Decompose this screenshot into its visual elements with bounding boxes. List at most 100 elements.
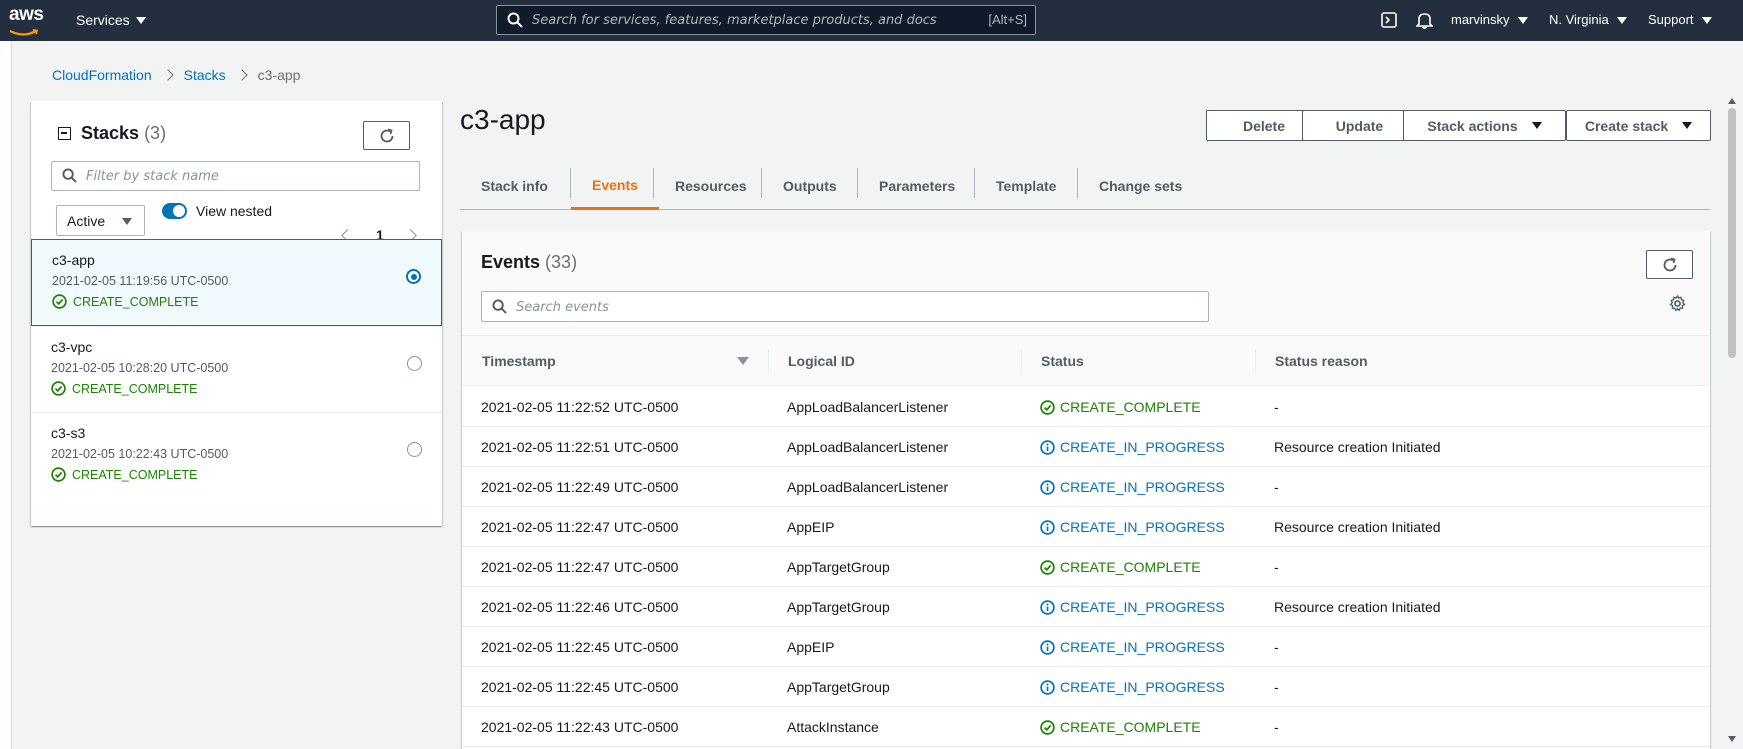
region-menu[interactable]: N. Virginia xyxy=(1549,12,1627,27)
tab-label: Change sets xyxy=(1099,178,1183,194)
breadcrumb: CloudFormation Stacks c3-app xyxy=(52,67,300,83)
event-status-reason: - xyxy=(1274,719,1279,735)
breadcrumb-link-cloudformation[interactable]: CloudFormation xyxy=(52,67,152,83)
column-divider[interactable] xyxy=(1021,349,1022,373)
table-row: 2021-02-05 11:22:45 UTC-0500 AppEIP CREATE… xyxy=(462,627,1710,667)
events-refresh-button[interactable] xyxy=(1646,250,1693,279)
stack-select-radio[interactable] xyxy=(407,442,422,457)
column-divider[interactable] xyxy=(1255,349,1256,373)
account-menu[interactable]: marvinsky xyxy=(1451,12,1528,27)
table-row: 2021-02-05 11:22:46 UTC-0500 AppTargetGro… xyxy=(462,587,1710,627)
events-title: Events (33) xyxy=(481,252,577,273)
caret-down-icon xyxy=(1531,122,1542,129)
column-divider[interactable] xyxy=(768,349,769,373)
caret-down-icon xyxy=(1517,17,1528,24)
events-count: (33) xyxy=(545,252,578,272)
update-button[interactable]: Update xyxy=(1302,110,1417,141)
tab-label: Template xyxy=(996,178,1057,194)
cloudshell-icon[interactable] xyxy=(1381,12,1397,31)
search-icon xyxy=(492,299,507,317)
gear-icon[interactable] xyxy=(1669,294,1686,315)
stack-item-c3-vpc[interactable]: c3-vpc 2021-02-05 10:28:20 UTC-0500 CREA… xyxy=(31,326,442,412)
tab-template[interactable]: Template xyxy=(975,162,1077,210)
sort-descending-icon[interactable] xyxy=(737,357,749,365)
tab-parameters[interactable]: Parameters xyxy=(858,162,976,210)
stack-created-time: 2021-02-05 11:19:56 UTC-0500 xyxy=(52,274,229,288)
aws-logo[interactable]: aws xyxy=(9,5,45,36)
event-timestamp: 2021-02-05 11:22:43 UTC-0500 xyxy=(481,719,679,735)
tab-stack-info[interactable]: Stack info xyxy=(460,162,569,210)
event-status-text: CREATE_IN_PROGRESS xyxy=(1060,639,1225,655)
collapse-panel-icon[interactable] xyxy=(58,127,71,140)
status-success-icon xyxy=(51,381,66,396)
stack-item-c3-app[interactable]: c3-app 2021-02-05 11:19:56 UTC-0500 CREA… xyxy=(31,239,442,326)
stacks-title-text: Stacks xyxy=(81,123,140,143)
stack-actions-button[interactable]: Stack actions xyxy=(1403,110,1566,141)
tab-outputs[interactable]: Outputs xyxy=(762,162,858,210)
events-search[interactable] xyxy=(481,291,1209,322)
event-status-reason: Resource creation Initiated xyxy=(1274,439,1441,455)
view-nested-label: View nested xyxy=(196,203,273,219)
stack-status: CREATE_COMPLETE xyxy=(51,381,198,396)
event-status-reason: - xyxy=(1274,639,1279,655)
update-button-label: Update xyxy=(1335,117,1384,134)
table-row: 2021-02-05 11:22:45 UTC-0500 AppTargetGro… xyxy=(462,667,1710,707)
stack-item-c3-s3[interactable]: c3-s3 2021-02-05 10:22:43 UTC-0500 CREAT… xyxy=(31,412,442,498)
notifications-bell-icon[interactable] xyxy=(1415,11,1434,32)
services-menu[interactable]: Services xyxy=(76,12,146,28)
global-search[interactable]: [Alt+S] xyxy=(496,5,1036,35)
event-timestamp: 2021-02-05 11:22:52 UTC-0500 xyxy=(481,399,679,415)
stack-status-text: CREATE_COMPLETE xyxy=(73,294,199,309)
event-timestamp: 2021-02-05 11:22:47 UTC-0500 xyxy=(481,559,679,575)
stack-select-radio[interactable] xyxy=(407,356,422,371)
events-search-input[interactable] xyxy=(516,297,1176,317)
event-status: CREATE_IN_PROGRESS xyxy=(1040,599,1225,615)
tab-label: Outputs xyxy=(783,178,837,194)
event-logical-id: AppLoadBalancerListener xyxy=(787,439,949,455)
page-scrollbar[interactable] xyxy=(1725,96,1739,749)
event-status-text: CREATE_IN_PROGRESS xyxy=(1060,479,1225,495)
scroll-up-arrow-icon[interactable] xyxy=(1728,98,1736,104)
column-header-logical-id[interactable]: Logical ID xyxy=(788,353,855,369)
event-logical-id: AppTargetGroup xyxy=(787,599,890,615)
global-search-input[interactable] xyxy=(532,9,952,31)
event-status-reason: - xyxy=(1274,679,1279,695)
tab-resources[interactable]: Resources xyxy=(654,162,768,210)
column-header-timestamp[interactable]: Timestamp xyxy=(482,353,556,369)
stack-name[interactable]: c3-app xyxy=(52,252,95,268)
event-status: CREATE_IN_PROGRESS xyxy=(1040,479,1225,495)
scrollbar-thumb[interactable] xyxy=(1728,108,1736,358)
table-row: 2021-02-05 11:22:47 UTC-0500 AppEIP CREATE… xyxy=(462,507,1710,547)
stack-status-select[interactable]: Active xyxy=(56,205,145,236)
scroll-down-arrow-icon[interactable] xyxy=(1728,736,1736,742)
support-menu[interactable]: Support xyxy=(1648,12,1712,27)
event-logical-id: AppEIP xyxy=(787,519,835,535)
search-shortcut-hint: [Alt+S] xyxy=(988,12,1027,27)
status-info-icon xyxy=(1040,479,1055,495)
event-status: CREATE_IN_PROGRESS xyxy=(1040,519,1225,535)
event-status-text: CREATE_IN_PROGRESS xyxy=(1060,519,1225,535)
stack-actions-label: Stack actions xyxy=(1427,117,1518,134)
stack-filter[interactable] xyxy=(51,161,420,191)
event-logical-id: AppLoadBalancerListener xyxy=(787,479,949,495)
support-label: Support xyxy=(1648,12,1694,27)
caret-down-icon xyxy=(135,17,146,24)
event-status-text: CREATE_IN_PROGRESS xyxy=(1060,439,1225,455)
stack-name[interactable]: c3-s3 xyxy=(51,425,85,441)
create-stack-label: Create stack xyxy=(1584,117,1669,134)
column-header-status[interactable]: Status xyxy=(1041,353,1084,369)
breadcrumb-link-stacks[interactable]: Stacks xyxy=(184,67,226,83)
view-nested-toggle[interactable] xyxy=(162,203,187,219)
stack-select-radio[interactable] xyxy=(406,269,421,284)
event-logical-id: AttackInstance xyxy=(787,719,879,735)
stack-filter-input[interactable] xyxy=(86,166,406,186)
tab-change-sets[interactable]: Change sets xyxy=(1078,162,1203,210)
aws-smile-icon xyxy=(9,29,39,36)
create-stack-button[interactable]: Create stack xyxy=(1566,110,1711,141)
tab-events[interactable]: Events xyxy=(571,162,659,210)
stacks-refresh-button[interactable] xyxy=(363,121,410,150)
column-header-status-reason[interactable]: Status reason xyxy=(1275,353,1368,369)
stack-name[interactable]: c3-vpc xyxy=(51,339,92,355)
status-info-icon xyxy=(1040,439,1055,455)
stack-created-time: 2021-02-05 10:28:20 UTC-0500 xyxy=(51,361,229,375)
